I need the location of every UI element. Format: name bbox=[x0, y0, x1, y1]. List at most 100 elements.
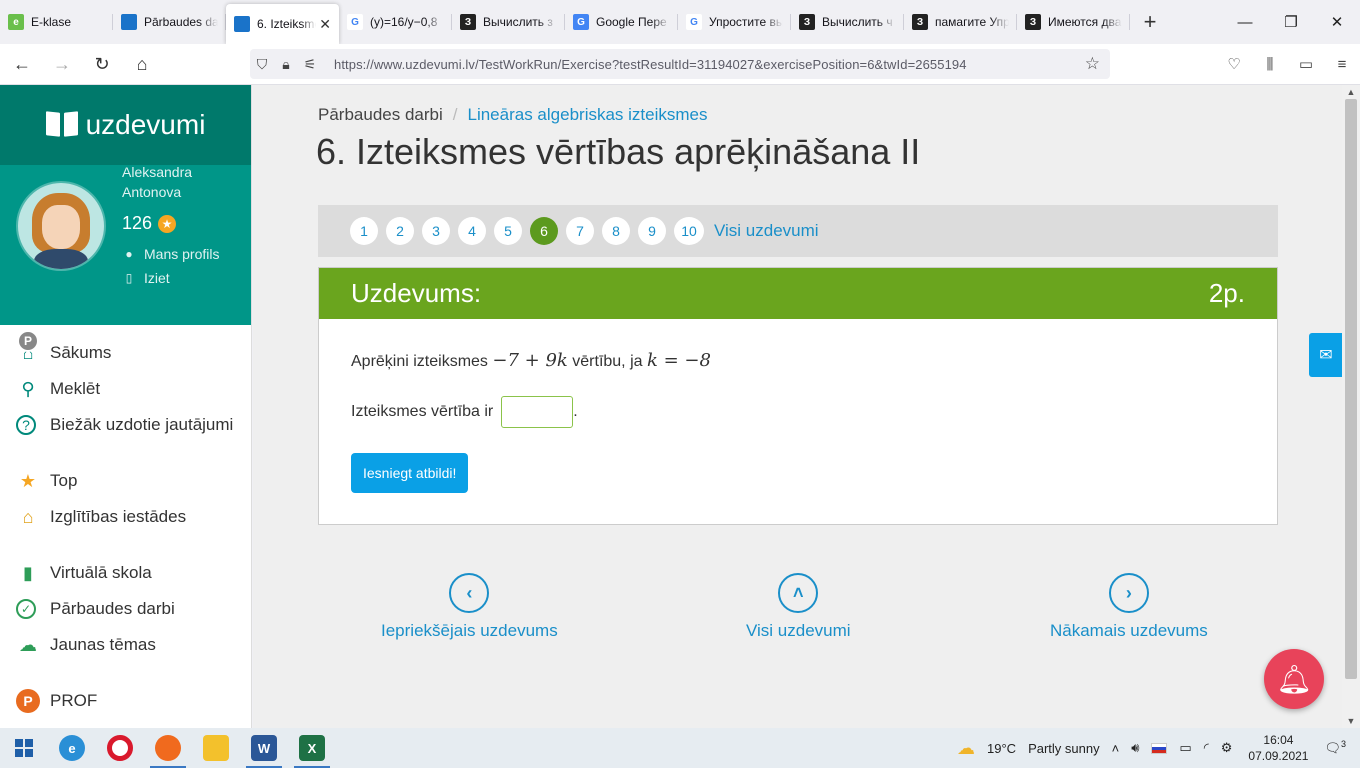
tab-title: памагите Упр bbox=[935, 15, 1009, 29]
browser-tab[interactable]: З Вычислить з bbox=[452, 0, 565, 44]
next-exercise-link[interactable]: › Nākamais uzdevums bbox=[1050, 573, 1208, 641]
tab-title: Вычислить ч bbox=[822, 15, 893, 29]
language-flag-icon[interactable] bbox=[1151, 742, 1168, 754]
forward-icon[interactable]: → bbox=[44, 48, 80, 80]
all-exercises-link[interactable]: ˄ Visi uzdevumi bbox=[746, 573, 851, 641]
logo-text: uzdevumi bbox=[85, 109, 206, 140]
sidebar-item-label: Virtuālā skola bbox=[50, 563, 152, 582]
lock-icon[interactable]: 🔒︎ bbox=[274, 56, 298, 73]
volume-icon[interactable]: 🔊︎ bbox=[1131, 740, 1139, 756]
question-middle: vērtību, ja bbox=[572, 353, 643, 370]
tab-title: Упростите вы bbox=[709, 15, 783, 29]
breadcrumb-root[interactable]: Pārbaudes darbi bbox=[318, 105, 443, 124]
weather-temp[interactable]: 19°C bbox=[987, 741, 1016, 756]
windows-start-icon[interactable] bbox=[0, 728, 48, 768]
scrollbar-thumb[interactable] bbox=[1345, 99, 1357, 679]
cloud-upload-icon: ☁ bbox=[19, 634, 37, 655]
permissions-icon[interactable]: ⚟ bbox=[298, 56, 322, 73]
browser-tab[interactable]: G Google Пере bbox=[565, 0, 678, 44]
reload-icon[interactable]: ↻ bbox=[84, 48, 120, 80]
excel-icon[interactable]: X bbox=[288, 728, 336, 768]
page-number-button[interactable]: 8 bbox=[602, 217, 630, 245]
sidebar-item[interactable]: ⚲ Meklēt bbox=[0, 371, 251, 407]
browser-tab[interactable]: З Имеются два bbox=[1017, 0, 1130, 44]
library-icon[interactable]: ⫼ bbox=[1252, 56, 1288, 73]
close-window-icon[interactable]: ✕ bbox=[1314, 0, 1360, 44]
browser-tab[interactable]: G (y)=16/y−0,8 bbox=[339, 0, 452, 44]
weather-icon[interactable]: ☁ bbox=[957, 738, 975, 759]
tab-title: E-klase bbox=[31, 15, 72, 29]
notifications-icon[interactable]: 🗨︎3 bbox=[1324, 739, 1346, 756]
page-number-button[interactable]: 9 bbox=[638, 217, 666, 245]
submit-answer-button[interactable]: Iesniegt atbildi! bbox=[351, 453, 469, 493]
my-profile-link[interactable]: ● Mans profils bbox=[122, 246, 219, 262]
scroll-up-icon[interactable]: ▲ bbox=[1342, 87, 1360, 97]
address-bar[interactable]: ⛉ 🔒︎ ⚟ https://www.uzdevumi.lv/TestWorkR… bbox=[250, 49, 1110, 79]
browser-tab-strip: e E-klase Pārbaudes da 6. Izteiksme ✕ G (y)=16… bbox=[0, 0, 1360, 44]
url-text[interactable]: https://www.uzdevumi.lv/TestWorkRun/Exer… bbox=[334, 57, 967, 72]
sidebar-item[interactable]: P PROF bbox=[0, 683, 251, 719]
notification-bell-icon[interactable]: 🔔︎ bbox=[1264, 649, 1324, 709]
close-tab-icon[interactable]: ✕ bbox=[319, 16, 331, 33]
user-name[interactable]: Aleksandra Antonova bbox=[122, 162, 232, 202]
word-icon[interactable]: W bbox=[240, 728, 288, 768]
sidebar-toggle-icon[interactable]: ▭ bbox=[1288, 55, 1324, 73]
menu-hamburger-icon[interactable]: ≡ bbox=[1324, 56, 1360, 73]
answer-label: Izteiksmes vērtība ir bbox=[351, 403, 494, 420]
answer-input[interactable] bbox=[501, 396, 574, 428]
pocket-icon[interactable]: ♡ bbox=[1216, 55, 1252, 73]
back-icon[interactable]: ← bbox=[4, 48, 40, 80]
edge-icon[interactable]: e bbox=[48, 728, 96, 768]
firefox-icon[interactable] bbox=[144, 728, 192, 768]
feedback-mail-icon[interactable]: ✉ bbox=[1309, 333, 1342, 377]
logo[interactable]: uzdevumi bbox=[0, 85, 251, 165]
avatar[interactable] bbox=[16, 181, 106, 271]
sidebar-item[interactable]: ★ Top bbox=[0, 463, 251, 499]
scroll-down-icon[interactable]: ▼ bbox=[1342, 716, 1360, 726]
browser-tab[interactable]: e E-klase bbox=[0, 0, 113, 44]
network-icon[interactable]: ◜ bbox=[1204, 740, 1209, 756]
page-number-button[interactable]: 5 bbox=[494, 217, 522, 245]
opera-icon[interactable] bbox=[96, 728, 144, 768]
help-icon: ? bbox=[16, 415, 36, 435]
restore-icon[interactable]: ❐ bbox=[1268, 0, 1314, 44]
sidebar-item-label: Izglītības iestādes bbox=[50, 507, 187, 526]
page-number-button[interactable]: 10 bbox=[674, 217, 704, 245]
breadcrumb-topic-link[interactable]: Lineāras algebriskas izteiksmes bbox=[468, 105, 708, 124]
sidebar-item[interactable]: ☁ Jaunas tēmas bbox=[0, 627, 251, 663]
sidebar-item[interactable]: ▮ Virtuālā skola bbox=[0, 555, 251, 591]
settings-sync-icon[interactable]: ⚙ bbox=[1221, 740, 1233, 756]
page-number-button[interactable]: 3 bbox=[422, 217, 450, 245]
browser-tab[interactable]: Зпамагите Упр bbox=[904, 0, 1017, 44]
sidebar-item-label: Biežāk uzdotie jautājumi bbox=[50, 415, 234, 434]
home-button-icon[interactable]: ⌂ bbox=[124, 48, 160, 80]
page-number-button[interactable]: 7 bbox=[566, 217, 594, 245]
sidebar-item[interactable]: ? Biežāk uzdotie jautājumi bbox=[0, 407, 251, 443]
page-scrollbar[interactable]: ▲ ▼ bbox=[1342, 85, 1360, 728]
new-tab-icon[interactable]: + bbox=[1130, 0, 1170, 44]
taskbar: e W X ☁ 19°C Partly sunny ˄ 🔊︎ ▭ ◜ ⚙ 16:… bbox=[0, 728, 1360, 768]
all-tasks-link[interactable]: Visi uzdevumi bbox=[714, 221, 819, 241]
browser-tab[interactable]: 6. Izteiksme ✕ bbox=[226, 4, 339, 44]
weather-text[interactable]: Partly sunny bbox=[1028, 741, 1100, 756]
bookmark-star-icon[interactable]: ☆ bbox=[1085, 54, 1100, 74]
browser-tab[interactable]: Pārbaudes da bbox=[113, 0, 226, 44]
browser-tab[interactable]: З Вычислить ч bbox=[791, 0, 904, 44]
page-number-button[interactable]: 4 bbox=[458, 217, 486, 245]
page-number-button[interactable]: 1 bbox=[350, 217, 378, 245]
sidebar-item[interactable]: ✓ Pārbaudes darbi bbox=[0, 591, 251, 627]
door-icon: ▯ bbox=[125, 271, 133, 285]
browser-tab[interactable]: G Упростите вы bbox=[678, 0, 791, 44]
previous-exercise-link[interactable]: ‹ Iepriekšējais uzdevums bbox=[381, 573, 558, 641]
system-tray: ☁ 19°C Partly sunny ˄ 🔊︎ ▭ ◜ ⚙ 16:04 07.… bbox=[951, 728, 1360, 768]
sidebar-item[interactable]: ⌂ Izglītības iestādes bbox=[0, 499, 251, 535]
minimize-icon[interactable]: — bbox=[1222, 0, 1268, 44]
shield-icon[interactable]: ⛉ bbox=[250, 56, 274, 73]
battery-icon[interactable]: ▭ bbox=[1179, 740, 1191, 756]
page-number-button[interactable]: 6 bbox=[530, 217, 558, 245]
page-number-button[interactable]: 2 bbox=[386, 217, 414, 245]
tray-expand-icon[interactable]: ˄ bbox=[1112, 741, 1120, 756]
logout-link[interactable]: ▯ Iziet bbox=[122, 270, 170, 286]
clock[interactable]: 16:04 07.09.2021 bbox=[1248, 732, 1308, 764]
file-explorer-icon[interactable] bbox=[192, 728, 240, 768]
